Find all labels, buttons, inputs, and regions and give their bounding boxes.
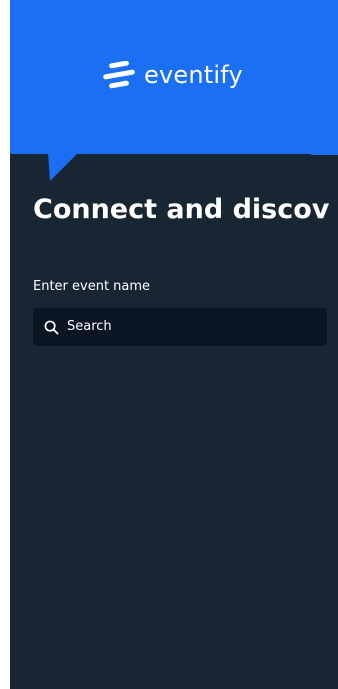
brand-name: eventify	[144, 61, 243, 89]
eventify-logo-icon	[103, 61, 135, 89]
brand-logo: eventify	[101, 58, 243, 92]
search-icon	[44, 320, 59, 334]
event-name-label: Enter event name	[33, 279, 151, 294]
app-screen: eventify Connect and discov Enter event …	[10, 0, 338, 689]
page-headline: Connect and discov	[33, 194, 330, 225]
search-placeholder: Search	[67, 319, 112, 334]
brand-header: eventify	[10, 0, 338, 154]
event-search-input[interactable]: Search	[33, 308, 327, 346]
